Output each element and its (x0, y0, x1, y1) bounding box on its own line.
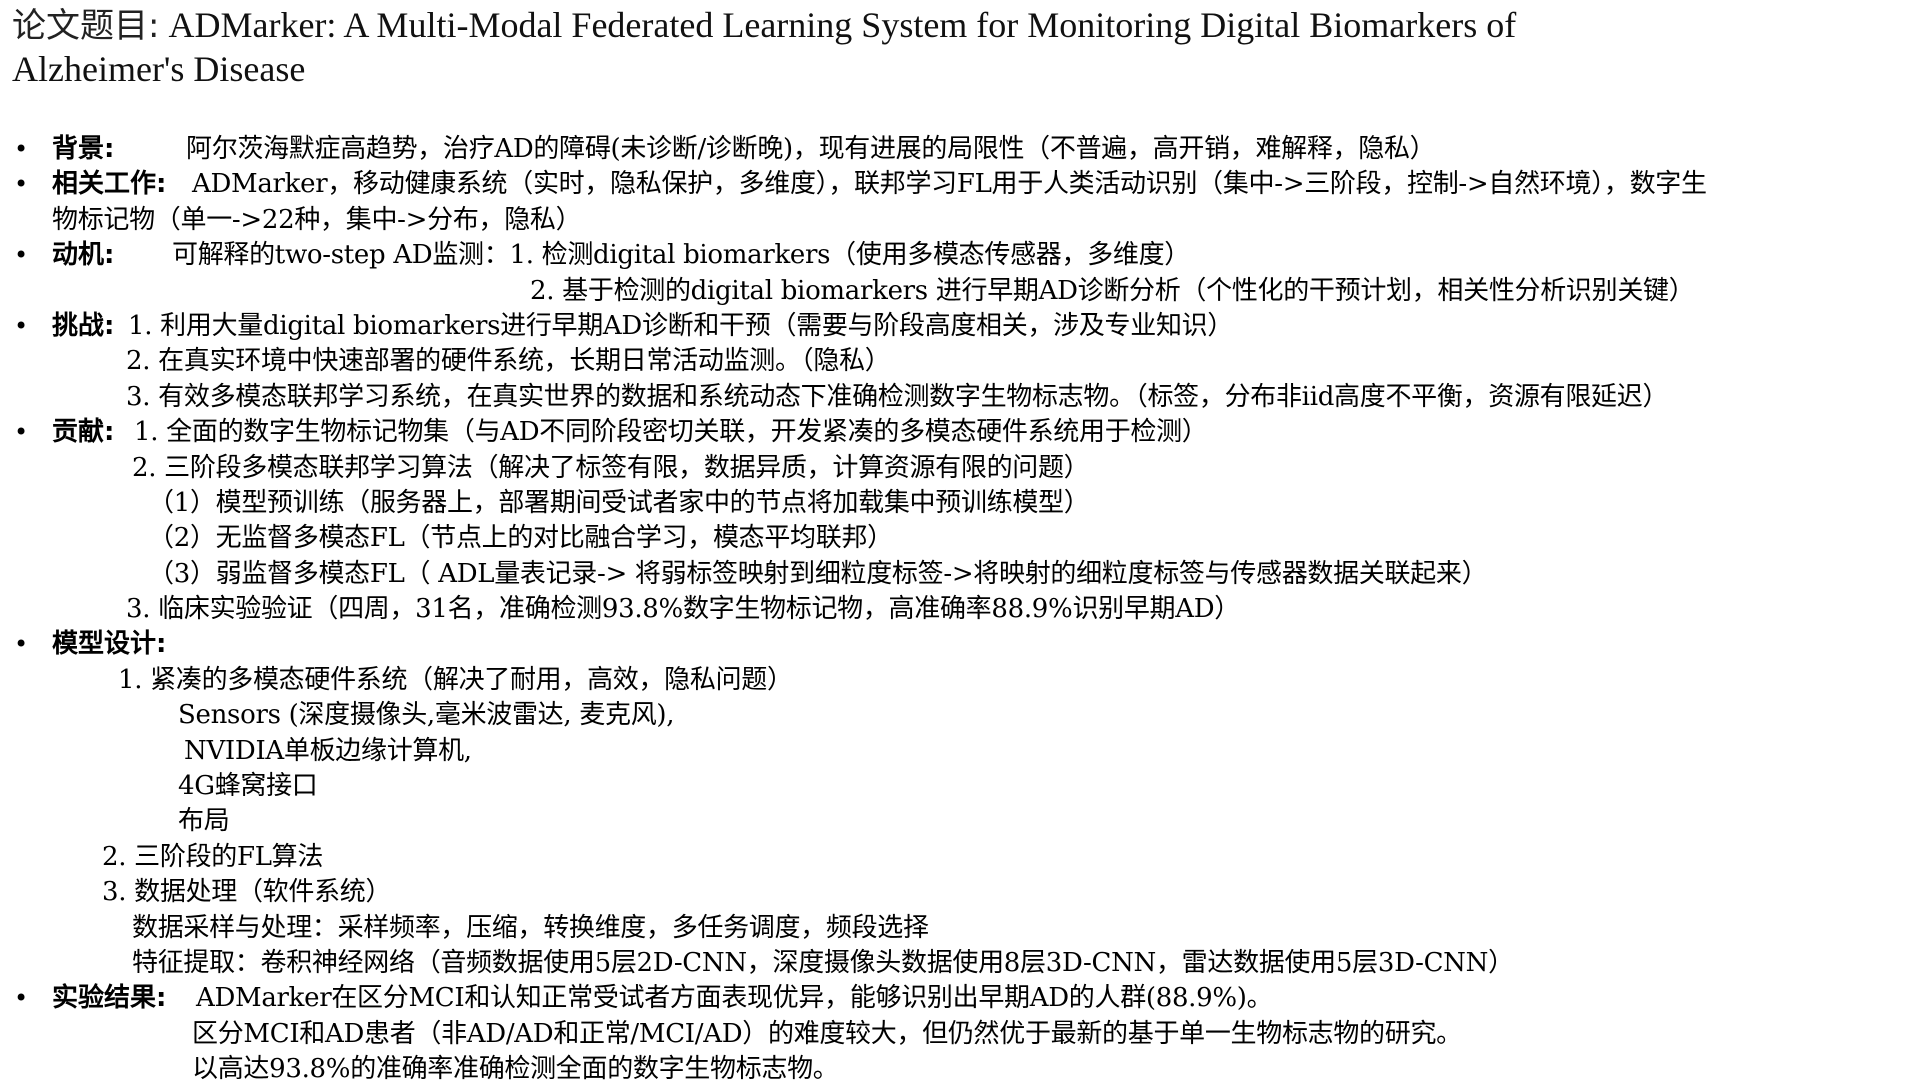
paper-title: 论文题目: ADMarker: A Multi-Modal Federated … (12, 4, 1892, 91)
results-row-3: 以高达93.8%的准确率准确检测全面的数字生物标志物。 (0, 1052, 1920, 1087)
model-row-1b: NVIDIA单板边缘计算机, (0, 734, 1920, 769)
title-text: ADMarker: A Multi-Modal Federated Learni… (168, 5, 1517, 45)
section-motivation-cont: 2. 基于检测的digital biomarkers 进行早期AD诊断分析（个性… (0, 274, 1920, 309)
model-item-3a: 数据采样与处理：采样频率，压缩，转换维度，多任务调度，频段选择 (132, 912, 929, 943)
section-key: 模型设计: (52, 629, 167, 660)
model-item-1a: Sensors (深度摄像头,毫米波雷达, 麦克风), (178, 700, 675, 731)
results-row-2: 区分MCI和AD患者（非AD/AD和正常/MCI/AD）的难度较大，但仍然优于最… (0, 1017, 1920, 1052)
bullet: • (14, 241, 29, 270)
bullet: • (14, 984, 29, 1013)
model-row-1d: 布局 (0, 804, 1920, 839)
contribution-item-2: 2. 三阶段多模态联邦学习算法（解决了标签有限，数据异质，计算资源有限的问题） (132, 452, 1090, 483)
section-model-design: • 模型设计: (0, 627, 1920, 662)
contribution-item-3: 3. 临床实验验证（四周，31名，准确检测93.8%数字生物标记物，高准确率88… (126, 594, 1240, 625)
model-row-3: 3. 数据处理（软件系统） (0, 875, 1920, 910)
section-results: • 实验结果: ADMarker在区分MCI和认知正常受试者方面表现优异，能够识… (0, 981, 1920, 1016)
model-item-3b: 特征提取：卷积神经网络（音频数据使用5层2D-CNN，深度摄像头数据使用8层3D… (132, 947, 1514, 978)
challenge-item-2: 2. 在真实环境中快速部署的硬件系统，长期日常活动监测。（隐私） (126, 346, 891, 377)
title-line-2: Alzheimer's Disease (12, 49, 306, 89)
results-text: ADMarker在区分MCI和认知正常受试者方面表现优异，能够识别出早期AD的人… (196, 983, 1273, 1014)
contribution-row-sub-2: （2）无监督多模态FL（节点上的对比融合学习，模态平均联邦） (0, 521, 1920, 556)
section-background: • 背景: 阿尔茨海默症高趋势，治疗AD的障碍(未诊断/诊断晚)，现有进展的局限… (0, 132, 1920, 167)
model-item-1d: 布局 (178, 806, 230, 837)
section-key: 挑战: (52, 310, 115, 341)
model-item-1c: 4G蜂窝接口 (178, 771, 318, 802)
section-text: 阿尔茨海默症高趋势，治疗AD的障碍(未诊断/诊断晚)，现有进展的局限性（不普遍，… (186, 134, 1436, 164)
model-row-3a: 数据采样与处理：采样频率，压缩，转换维度，多任务调度，频段选择 (0, 911, 1920, 946)
results-text: 区分MCI和AD患者（非AD/AD和正常/MCI/AD）的难度较大，但仍然优于最… (192, 1018, 1462, 1049)
contribution-row-3: 3. 临床实验验证（四周，31名，准确检测93.8%数字生物标记物，高准确率88… (0, 592, 1920, 627)
bullet: • (14, 170, 29, 199)
bullet: • (14, 418, 29, 447)
section-challenges: • 挑战: 1. 利用大量digital biomarkers进行早期AD诊断和… (0, 309, 1920, 344)
challenge-row-2: 2. 在真实环境中快速部署的硬件系统，长期日常活动监测。（隐私） (0, 344, 1920, 379)
section-related-work: • 相关工作: ADMarker，移动健康系统（实时，隐私保护，多维度），联邦学… (0, 167, 1920, 202)
results-text: 以高达93.8%的准确率准确检测全面的数字生物标志物。 (192, 1054, 839, 1085)
section-text: 可解释的two-step AD监测：1. 检测digital biomarker… (172, 240, 1190, 271)
model-item-1: 1. 紧凑的多模态硬件系统（解决了耐用，高效，隐私问题） (118, 664, 793, 695)
bullet: • (14, 630, 29, 659)
contribution-item-1: 1. 全面的数字生物标记物集（与AD不同阶段密切关联，开发紧凑的多模态硬件系统用… (134, 417, 1208, 448)
bullet: • (14, 135, 29, 163)
section-key: 实验结果: (52, 983, 167, 1014)
section-key: 相关工作: (52, 169, 167, 200)
contribution-row-2: 2. 三阶段多模态联邦学习算法（解决了标签有限，数据异质，计算资源有限的问题） (0, 451, 1920, 486)
bullet: • (14, 311, 29, 340)
model-item-3: 3. 数据处理（软件系统） (102, 877, 392, 908)
model-item-2: 2. 三阶段的FL算法 (102, 841, 324, 872)
section-related-work-cont: 物标记物（单一->22种，集中->分布，隐私） (0, 203, 1920, 238)
model-row-1: 1. 紧凑的多模态硬件系统（解决了耐用，高效，隐私问题） (0, 663, 1920, 698)
section-key: 贡献: (52, 417, 115, 448)
model-item-1b: NVIDIA单板边缘计算机, (184, 735, 472, 766)
contribution-row-sub-1: （1）模型预训练（服务器上，部署期间受试者家中的节点将加载集中预训练模型） (0, 486, 1920, 521)
contribution-sub-2: （2）无监督多模态FL（节点上的对比融合学习，模态平均联邦） (148, 523, 893, 554)
document-page: 论文题目: ADMarker: A Multi-Modal Federated … (0, 0, 1920, 1084)
section-motivation: • 动机: 可解释的two-step AD监测：1. 检测digital bio… (0, 238, 1920, 273)
model-row-1a: Sensors (深度摄像头,毫米波雷达, 麦克风), (0, 698, 1920, 733)
section-key: 动机: (52, 240, 115, 271)
notes-body: • 背景: 阿尔茨海默症高趋势，治疗AD的障碍(未诊断/诊断晚)，现有进展的局限… (0, 132, 1920, 1088)
model-row-1c: 4G蜂窝接口 (0, 769, 1920, 804)
title-line-1: 论文题目: ADMarker: A Multi-Modal Federated … (12, 4, 1892, 48)
title-label: 论文题目: (12, 6, 160, 46)
challenge-row-3: 3. 有效多模态联邦学习系统，在真实世界的数据和系统动态下准确检测数字生物标志物… (0, 380, 1920, 415)
section-contributions: • 贡献: 1. 全面的数字生物标记物集（与AD不同阶段密切关联，开发紧凑的多模… (0, 415, 1920, 450)
contribution-sub-1: （1）模型预训练（服务器上，部署期间受试者家中的节点将加载集中预训练模型） (148, 487, 1090, 518)
section-text: 物标记物（单一->22种，集中->分布，隐私） (52, 204, 582, 235)
contribution-row-sub-3: （3）弱监督多模态FL（ ADL量表记录-> 将弱标签映射到细粒度标签->将映射… (0, 557, 1920, 592)
challenge-item-3: 3. 有效多模态联邦学习系统，在真实世界的数据和系统动态下准确检测数字生物标志物… (126, 381, 1669, 412)
section-key: 背景: (52, 134, 115, 164)
contribution-sub-3: （3）弱监督多模态FL（ ADL量表记录-> 将弱标签映射到细粒度标签->将映射… (148, 558, 1488, 589)
section-text: 2. 基于检测的digital biomarkers 进行早期AD诊断分析（个性… (530, 275, 1695, 306)
challenge-item-1: 1. 利用大量digital biomarkers进行早期AD诊断和干预（需要与… (128, 310, 1234, 341)
model-row-2: 2. 三阶段的FL算法 (0, 840, 1920, 875)
model-row-3b: 特征提取：卷积神经网络（音频数据使用5层2D-CNN，深度摄像头数据使用8层3D… (0, 946, 1920, 981)
section-text: ADMarker，移动健康系统（实时，隐私保护，多维度），联邦学习FL用于人类活… (192, 169, 1707, 200)
